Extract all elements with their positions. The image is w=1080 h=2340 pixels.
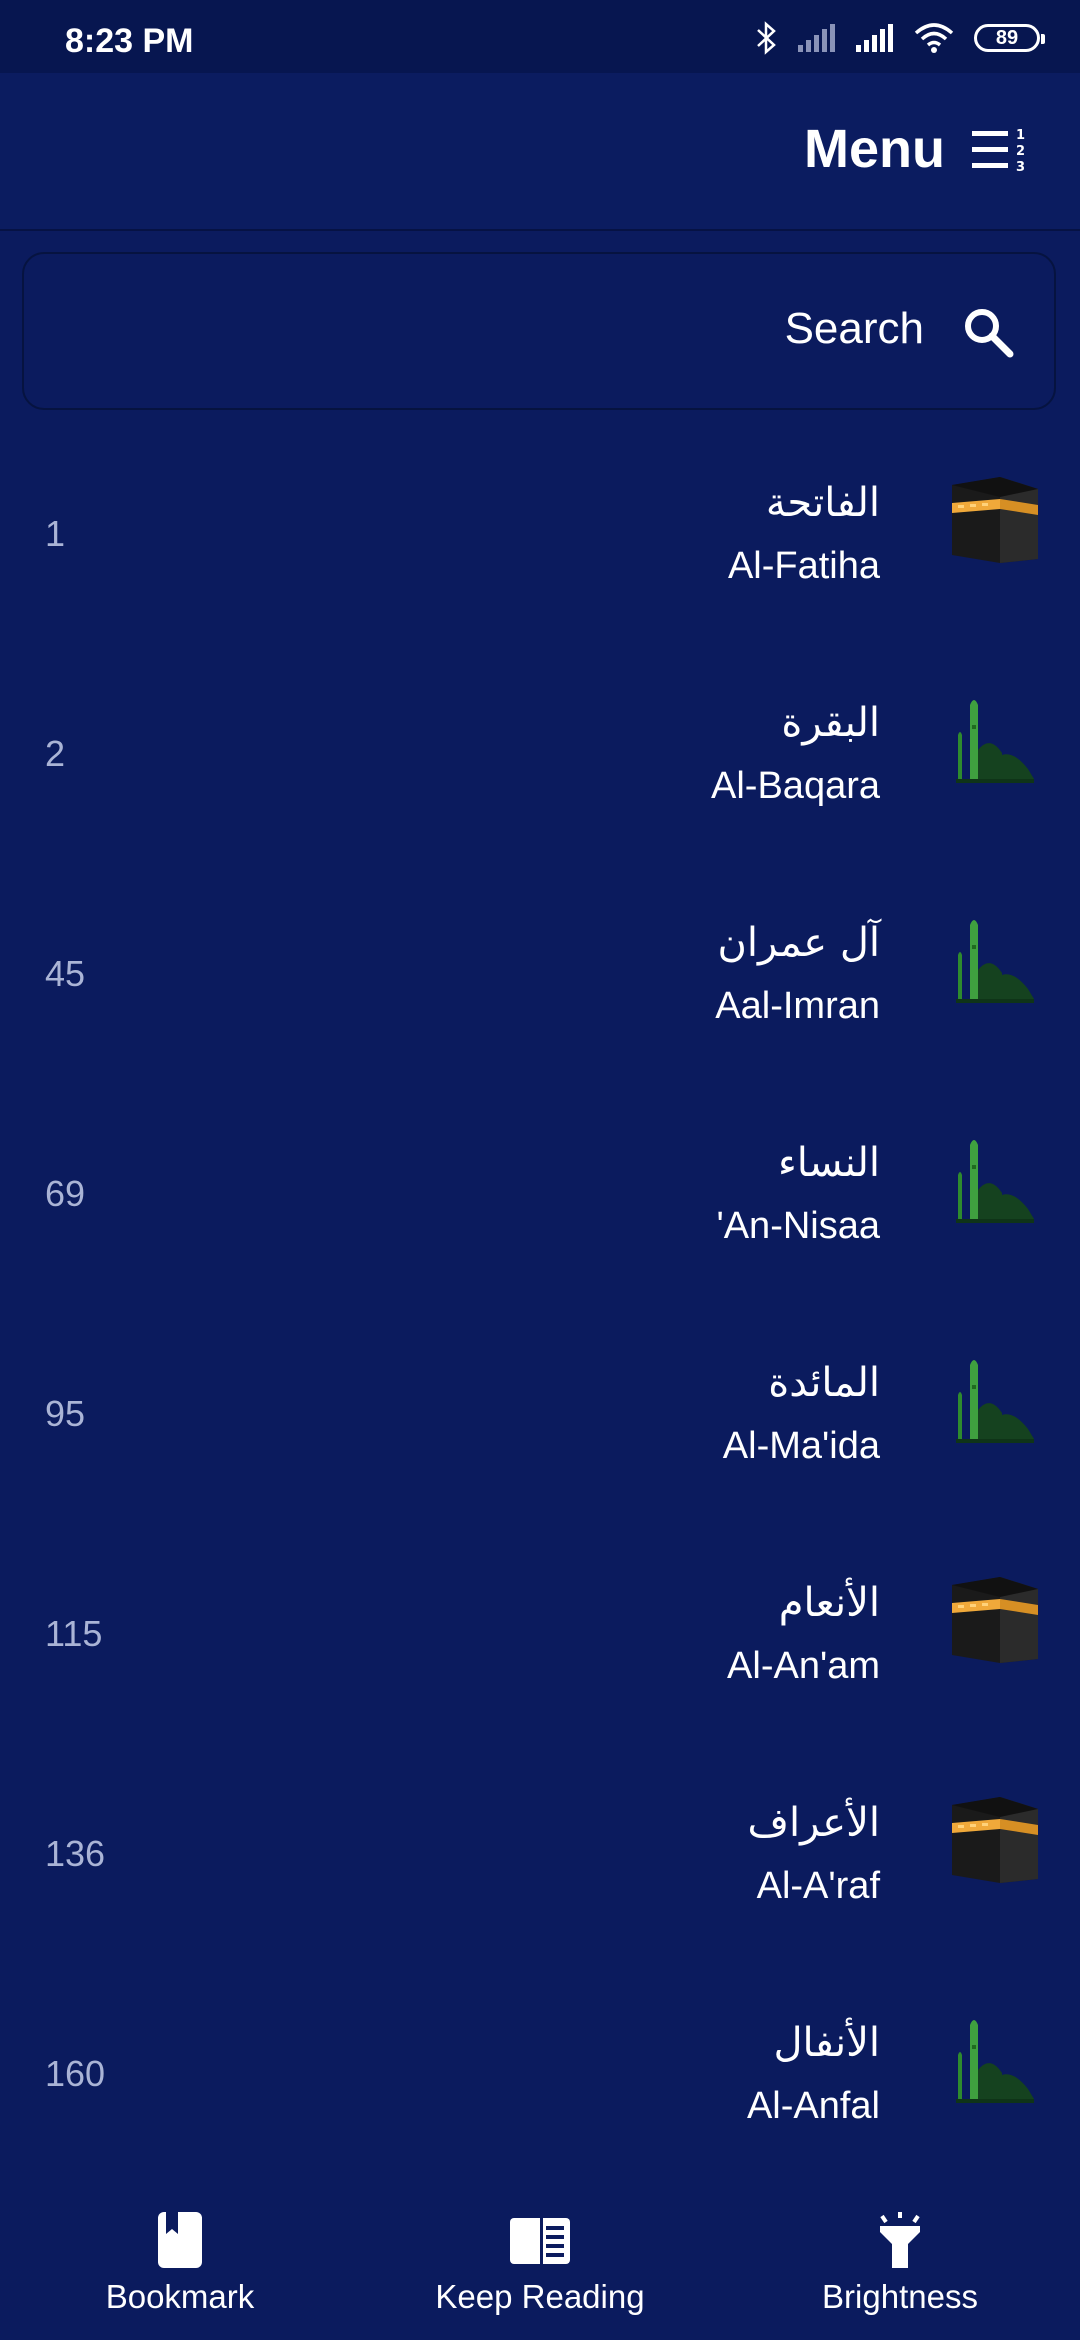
svg-text:2: 2 bbox=[1016, 144, 1025, 159]
kaaba-icon bbox=[950, 1575, 1040, 1665]
surah-row[interactable]: 1 الفاتحة Al-Fatiha bbox=[0, 430, 1080, 650]
wifi-icon bbox=[914, 23, 954, 53]
page-title: Menu bbox=[804, 119, 945, 179]
surah-page-number: 136 bbox=[45, 1833, 106, 1874]
bookmark-icon bbox=[158, 2212, 202, 2268]
flashlight-icon bbox=[880, 2212, 920, 2268]
status-icons: 89 bbox=[756, 18, 1045, 58]
kaaba-icon bbox=[950, 1795, 1040, 1885]
surah-row[interactable]: 2 البقرة Al-Baqara bbox=[0, 650, 1080, 870]
surah-latin-name: Al-A'raf bbox=[756, 1865, 880, 1907]
surah-row[interactable]: 45 آل عمران Aal-Imran bbox=[0, 870, 1080, 1090]
nav-keep-reading[interactable]: Keep Reading bbox=[390, 2210, 690, 2330]
surah-arabic-name: البقرة bbox=[781, 700, 880, 746]
nav-brightness-label: Brightness bbox=[822, 2278, 978, 2315]
surah-page-number: 115 bbox=[45, 1613, 103, 1654]
nav-bookmark[interactable]: Bookmark bbox=[30, 2210, 330, 2330]
bluetooth-icon bbox=[757, 21, 776, 55]
surah-list: 1 الفاتحة Al-Fatiha 2 البقرة Al-Baqara 45 آل … bbox=[0, 430, 1080, 2190]
surah-latin-name: 'An-Nisaa bbox=[716, 1205, 880, 1247]
surah-arabic-name: النساء bbox=[777, 1140, 880, 1186]
surah-arabic-name: الفاتحة bbox=[765, 480, 880, 526]
surah-arabic-name: المائدة bbox=[768, 1360, 880, 1406]
battery-icon: 89 bbox=[974, 24, 1045, 52]
book-open-icon bbox=[510, 2218, 570, 2264]
surah-latin-name: Al-Fatiha bbox=[727, 545, 880, 587]
search-icon[interactable] bbox=[960, 304, 1016, 360]
nav-brightness[interactable]: Brightness bbox=[750, 2210, 1050, 2330]
surah-row[interactable]: 95 المائدة Al-Ma'ida bbox=[0, 1310, 1080, 1530]
mosque-icon bbox=[950, 1355, 1040, 1445]
nav-bookmark-label: Bookmark bbox=[105, 2278, 255, 2315]
surah-page-number: 2 bbox=[45, 733, 66, 774]
mosque-icon bbox=[950, 1135, 1040, 1225]
surah-row[interactable]: 160 الأنفال Al-Anfal bbox=[0, 1970, 1080, 2190]
svg-text:1: 1 bbox=[1016, 128, 1025, 143]
status-time: 8:23 PM bbox=[65, 22, 194, 60]
surah-page-number: 160 bbox=[45, 2053, 106, 2094]
surah-row[interactable]: 136 الأعراف Al-A'raf bbox=[0, 1750, 1080, 1970]
surah-page-number: 95 bbox=[45, 1393, 86, 1434]
surah-latin-name: Al-Ma'ida bbox=[722, 1425, 880, 1467]
status-bar: 8:23 PM 89 bbox=[0, 0, 1080, 73]
mosque-icon bbox=[950, 695, 1040, 785]
surah-page-number: 1 bbox=[45, 513, 66, 554]
surah-arabic-name: آل عمران bbox=[717, 920, 880, 966]
mosque-icon bbox=[950, 915, 1040, 1005]
surah-latin-name: Al-Anfal bbox=[746, 2085, 880, 2127]
surah-latin-name: Aal-Imran bbox=[715, 985, 880, 1027]
search-placeholder: Search bbox=[784, 304, 924, 353]
battery-level: 89 bbox=[995, 26, 1019, 49]
svg-text:3: 3 bbox=[1016, 160, 1025, 175]
nav-keep-reading-label: Keep Reading bbox=[435, 2278, 645, 2315]
surah-arabic-name: الأنعام bbox=[778, 1580, 880, 1626]
kaaba-icon bbox=[950, 475, 1040, 565]
signal-icon bbox=[798, 24, 835, 52]
surah-latin-name: Al-Baqara bbox=[711, 765, 880, 807]
surah-page-number: 45 bbox=[45, 953, 86, 994]
search-input[interactable]: Search bbox=[22, 252, 1056, 410]
bottom-navigation: Bookmark Keep Reading Brightness bbox=[0, 2190, 1080, 2340]
numbered-list-icon[interactable]: 1 2 3 bbox=[970, 125, 1030, 175]
surah-arabic-name: الأعراف bbox=[747, 1800, 880, 1846]
top-app-bar: Menu 1 2 3 bbox=[0, 73, 1080, 231]
surah-page-number: 69 bbox=[45, 1173, 86, 1214]
surah-latin-name: Al-An'am bbox=[727, 1645, 880, 1687]
surah-row[interactable]: 69 النساء 'An-Nisaa bbox=[0, 1090, 1080, 1310]
surah-row[interactable]: 115 الأنعام Al-An'am bbox=[0, 1530, 1080, 1750]
signal-icon bbox=[856, 24, 893, 52]
surah-arabic-name: الأنفال bbox=[773, 2020, 880, 2066]
mosque-icon bbox=[950, 2015, 1040, 2105]
